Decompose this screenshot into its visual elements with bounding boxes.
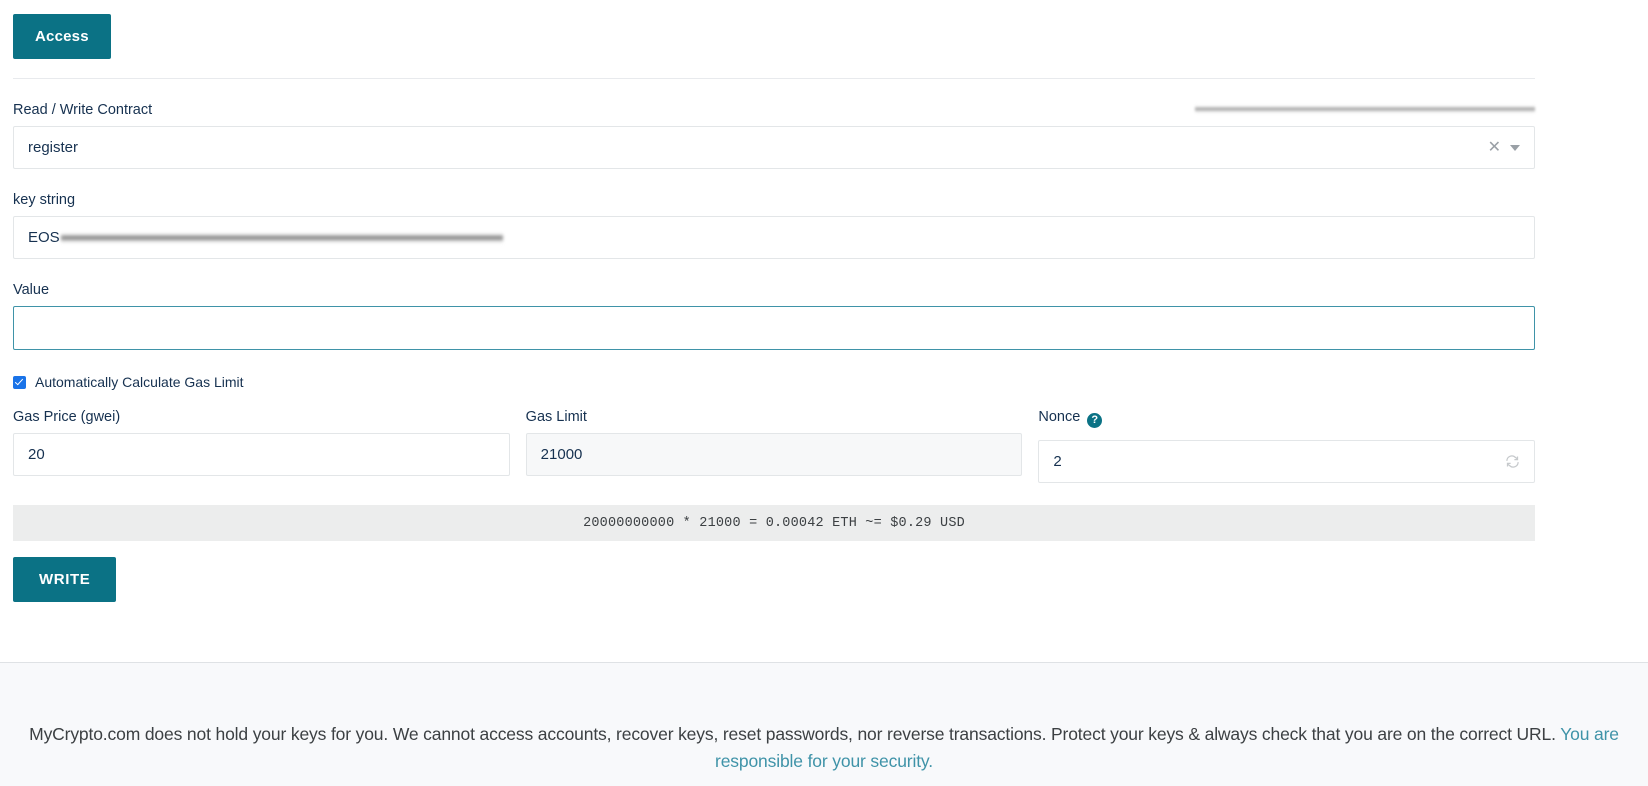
nonce-value: 2: [1053, 453, 1062, 470]
contract-section-header: Read / Write Contract: [13, 101, 1535, 119]
nonce-label: Nonce: [1038, 409, 1081, 425]
gas-price-label: Gas Price (gwei): [13, 409, 121, 425]
redacted-key-string-bar: [60, 232, 503, 244]
nonce-input[interactable]: 2: [1038, 440, 1536, 483]
auto-gas-limit-checkbox[interactable]: [13, 375, 26, 389]
key-string-value: EOS: [28, 229, 1520, 246]
section-divider: [13, 78, 1535, 79]
mycrypto-contract-interact-page: Access Read / Write Contract register ✕ …: [0, 0, 1648, 786]
gas-price-group: Gas Price (gwei) 20: [13, 408, 510, 483]
contract-form-panel: Access Read / Write Contract register ✕ …: [0, 0, 1648, 662]
select-controls: ✕: [1488, 139, 1520, 156]
key-string-input[interactable]: EOS: [13, 216, 1535, 259]
key-string-label: key string: [13, 192, 76, 208]
refresh-icon[interactable]: [1505, 454, 1520, 469]
page-footer: MyCrypto.com does not hold your keys for…: [0, 663, 1648, 786]
gas-limit-input[interactable]: 21000: [525, 433, 1023, 476]
access-button-row: Access: [13, 0, 1635, 62]
key-string-text: EOS: [28, 229, 60, 246]
gas-limit-value: 21000: [540, 446, 583, 463]
footer-disclaimer: MyCrypto.com does not hold your keys for…: [4, 721, 1644, 775]
contract-function-selected-value: register: [28, 139, 79, 156]
transaction-cost-summary: 20000000000 * 21000 = 0.00042 ETH ~= $0.…: [13, 505, 1535, 541]
footer-disclaimer-text: MyCrypto.com does not hold your keys for…: [29, 724, 1561, 744]
nonce-label-row: Nonce ?: [1038, 408, 1535, 433]
gas-price-input[interactable]: 20: [13, 433, 510, 476]
close-icon[interactable]: ✕: [1488, 139, 1501, 156]
gas-fields-row: Gas Price (gwei) 20 Gas Limit 21000 Nonc…: [13, 408, 1536, 483]
question-mark-icon[interactable]: ?: [1087, 413, 1103, 428]
value-input[interactable]: [13, 306, 1535, 350]
gas-limit-label: Gas Limit: [525, 409, 587, 425]
contract-function-select[interactable]: register ✕: [13, 126, 1535, 169]
contract-section-label: Read / Write Contract: [13, 102, 153, 118]
chevron-down-icon[interactable]: [1510, 144, 1520, 151]
nonce-group: Nonce ? 2: [1038, 408, 1536, 483]
write-button[interactable]: WRITE: [13, 557, 117, 602]
auto-gas-limit-label: Automatically Calculate Gas Limit: [35, 374, 244, 390]
value-label: Value: [13, 282, 50, 298]
write-button-row: WRITE: [13, 557, 1635, 602]
auto-gas-limit-row[interactable]: Automatically Calculate Gas Limit: [13, 374, 1635, 390]
gas-price-value: 20: [28, 446, 45, 463]
gas-limit-group: Gas Limit 21000: [525, 408, 1023, 483]
access-button[interactable]: Access: [13, 14, 111, 59]
redacted-address-bar: [1195, 104, 1535, 114]
